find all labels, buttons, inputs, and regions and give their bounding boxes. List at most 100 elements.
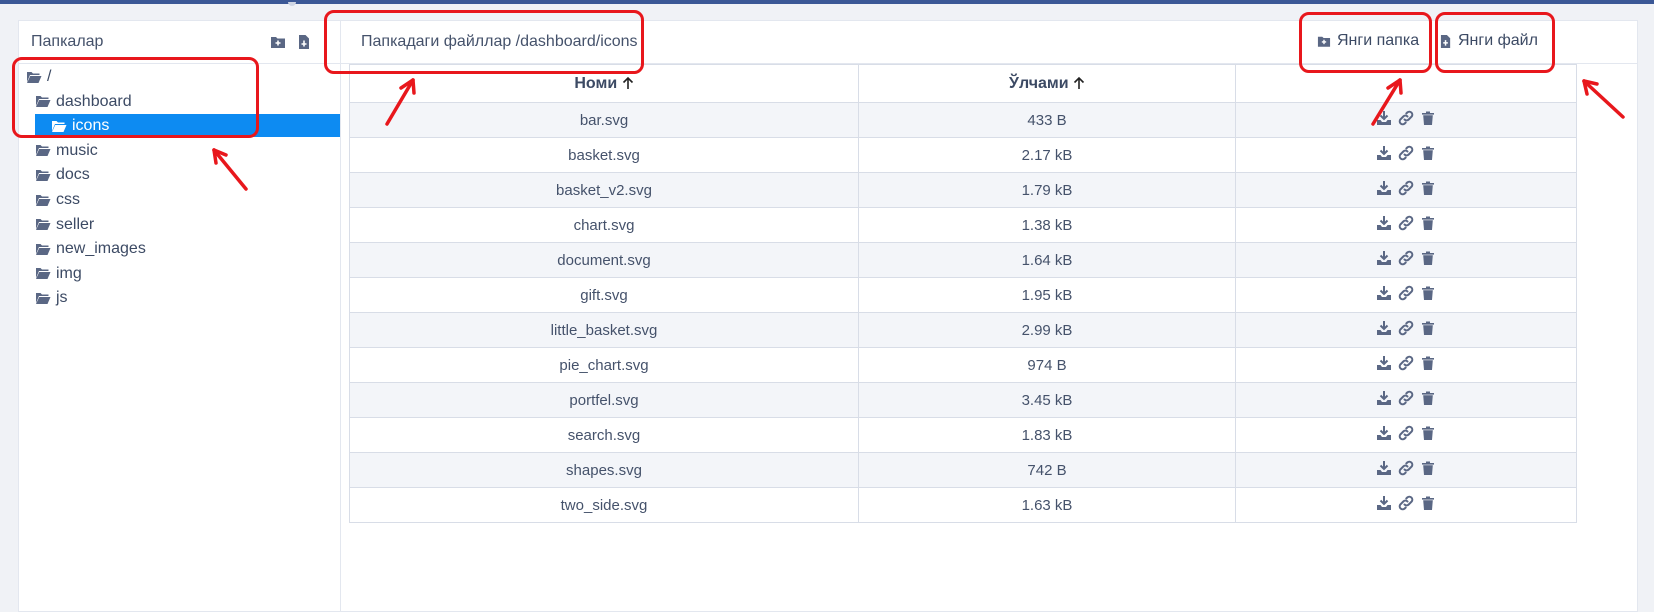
file-size-cell: 974 B [858, 347, 1236, 383]
file-name-cell[interactable]: two_side.svg [349, 487, 859, 523]
tree-item-img[interactable]: img [19, 262, 82, 285]
tree-item-seller[interactable]: seller [19, 213, 94, 236]
current-path-title: Папкадаги файллар /dashboard/icons [361, 33, 638, 50]
row-actions [1376, 460, 1436, 476]
download-icon[interactable] [1376, 320, 1392, 336]
link-icon[interactable] [1398, 495, 1414, 511]
link-icon[interactable] [1398, 145, 1414, 161]
trash-icon[interactable] [1420, 110, 1436, 126]
tree-item-new_images[interactable]: new_images [19, 237, 146, 260]
file-name-cell[interactable]: pie_chart.svg [349, 347, 859, 383]
tree-item-root[interactable]: / [19, 65, 51, 88]
file-size-cell: 1.63 kB [858, 487, 1236, 523]
file-size-cell: 742 B [858, 452, 1236, 488]
download-icon[interactable] [1376, 110, 1392, 126]
column-header-actions [1235, 64, 1577, 103]
link-icon[interactable] [1398, 460, 1414, 476]
file-name-cell[interactable]: document.svg [349, 242, 859, 278]
download-icon[interactable] [1376, 425, 1392, 441]
trash-icon[interactable] [1420, 355, 1436, 371]
table-row[interactable]: gift.svg 1.95 kB [349, 277, 1577, 313]
tree-item-dashboard[interactable]: dashboard [19, 90, 132, 113]
download-icon[interactable] [1376, 215, 1392, 231]
trash-icon[interactable] [1420, 145, 1436, 161]
tree-item-label: music [56, 141, 98, 159]
trash-icon[interactable] [1420, 495, 1436, 511]
file-name-cell[interactable]: bar.svg [349, 102, 859, 138]
column-header-size[interactable]: Ўлчами [858, 64, 1236, 103]
download-icon[interactable] [1376, 355, 1392, 371]
trash-icon[interactable] [1420, 285, 1436, 301]
trash-icon[interactable] [1420, 320, 1436, 336]
file-name-cell[interactable]: basket_v2.svg [349, 172, 859, 208]
file-name-cell[interactable]: gift.svg [349, 277, 859, 313]
table-row[interactable]: shapes.svg 742 B [349, 452, 1577, 488]
folder-open-icon [27, 71, 42, 83]
file-size-cell: 1.95 kB [858, 277, 1236, 313]
download-icon[interactable] [1376, 390, 1392, 406]
folder-open-icon [36, 292, 51, 304]
column-header-name[interactable]: Номи [349, 64, 859, 103]
table-header-row: Номи Ўлчами [349, 64, 1577, 103]
link-icon[interactable] [1398, 215, 1414, 231]
folder-plus-icon[interactable] [270, 34, 286, 50]
file-actions-cell [1235, 382, 1577, 418]
file-actions-cell [1235, 207, 1577, 243]
link-icon[interactable] [1398, 390, 1414, 406]
files-table-body: bar.svg 433 Bbasket.svg 2.17 kB basket_v2.s… [349, 102, 1577, 523]
download-icon[interactable] [1376, 145, 1392, 161]
file-name-cell[interactable]: basket.svg [349, 137, 859, 173]
trash-icon[interactable] [1420, 180, 1436, 196]
table-row[interactable]: search.svg 1.83 kB [349, 417, 1577, 453]
link-icon[interactable] [1398, 425, 1414, 441]
trash-icon[interactable] [1420, 460, 1436, 476]
table-row[interactable]: two_side.svg 1.63 kB [349, 487, 1577, 523]
download-icon[interactable] [1376, 250, 1392, 266]
row-actions [1376, 215, 1436, 231]
link-icon[interactable] [1398, 110, 1414, 126]
row-actions [1376, 355, 1436, 371]
table-row[interactable]: little_basket.svg 2.99 kB [349, 312, 1577, 348]
link-icon[interactable] [1398, 285, 1414, 301]
trash-icon[interactable] [1420, 390, 1436, 406]
tree-item-docs[interactable]: docs [19, 163, 90, 186]
tree-item-js[interactable]: js [19, 286, 68, 309]
link-icon[interactable] [1398, 180, 1414, 196]
folder-open-icon [36, 219, 51, 231]
table-row[interactable]: basket.svg 2.17 kB [349, 137, 1577, 173]
tree-item-music[interactable]: music [19, 139, 98, 162]
table-row[interactable]: bar.svg 433 B [349, 102, 1577, 138]
file-size-cell: 2.17 kB [858, 137, 1236, 173]
table-row[interactable]: basket_v2.svg 1.79 kB [349, 172, 1577, 208]
file-actions-cell [1235, 312, 1577, 348]
column-name-label: Номи [574, 74, 618, 92]
download-icon[interactable] [1376, 495, 1392, 511]
file-name-cell[interactable]: portfel.svg [349, 382, 859, 418]
arrow-up-icon [1073, 76, 1085, 89]
new-folder-button[interactable]: Янги папка [1317, 32, 1419, 50]
link-icon[interactable] [1398, 320, 1414, 336]
file-plus-icon[interactable] [296, 34, 312, 50]
folder-open-icon [36, 268, 51, 280]
file-name-cell[interactable]: shapes.svg [349, 452, 859, 488]
download-icon[interactable] [1376, 460, 1392, 476]
file-name-cell[interactable]: search.svg [349, 417, 859, 453]
trash-icon[interactable] [1420, 250, 1436, 266]
trash-icon[interactable] [1420, 425, 1436, 441]
table-row[interactable]: pie_chart.svg 974 B [349, 347, 1577, 383]
tree-item-icons[interactable]: icons [35, 114, 357, 138]
link-icon[interactable] [1398, 250, 1414, 266]
table-row[interactable]: document.svg 1.64 kB [349, 242, 1577, 278]
table-row[interactable]: portfel.svg 3.45 kB [349, 382, 1577, 418]
table-row[interactable]: chart.svg 1.38 kB [349, 207, 1577, 243]
tree-item-css[interactable]: css [19, 188, 80, 211]
new-file-button[interactable]: Янги файл [1440, 32, 1538, 50]
file-name-cell[interactable]: little_basket.svg [349, 312, 859, 348]
folder-open-icon [52, 120, 67, 132]
download-icon[interactable] [1376, 180, 1392, 196]
folders-header: Папкалар [19, 21, 341, 64]
link-icon[interactable] [1398, 355, 1414, 371]
file-name-cell[interactable]: chart.svg [349, 207, 859, 243]
download-icon[interactable] [1376, 285, 1392, 301]
trash-icon[interactable] [1420, 215, 1436, 231]
